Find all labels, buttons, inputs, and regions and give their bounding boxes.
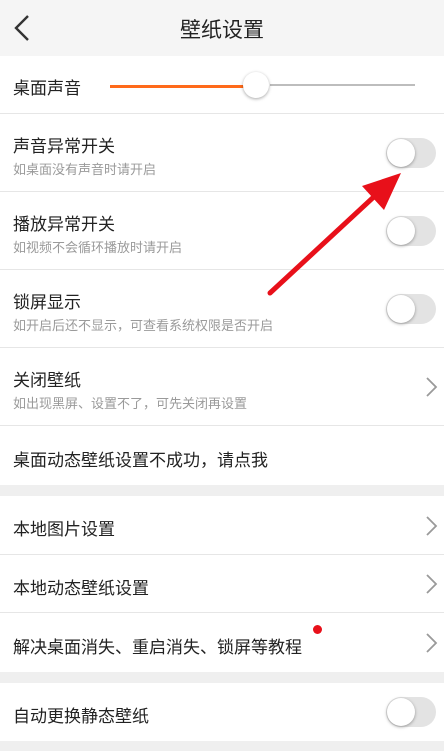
auto-section: 自动更换静态壁纸: [0, 683, 444, 741]
auto-change-label: 自动更换静态壁纸: [13, 707, 149, 727]
lock-screen-label: 锁屏显示: [13, 293, 81, 313]
toggle-knob: [387, 295, 415, 323]
playback-anomaly-label: 播放异常开关: [13, 215, 115, 235]
playback-anomaly-row[interactable]: 播放异常开关 如视频不会循环播放时请开启: [0, 192, 444, 270]
page-title: 壁纸设置: [180, 18, 264, 42]
local-section: 本地图片设置 本地动态壁纸设置 解决桌面消失、重启消失、锁屏等教程: [0, 496, 444, 672]
wallpaper-help-row[interactable]: 桌面动态壁纸设置不成功，请点我: [0, 426, 444, 485]
local-live-wallpaper-row[interactable]: 本地动态壁纸设置: [0, 555, 444, 613]
sound-anomaly-row[interactable]: 声音异常开关 如桌面没有声音时请开启: [0, 114, 444, 192]
title-bar: 壁纸设置: [0, 0, 444, 56]
local-image-row[interactable]: 本地图片设置: [0, 496, 444, 555]
close-wallpaper-label: 关闭壁纸: [13, 371, 81, 391]
close-wallpaper-row[interactable]: 关闭壁纸 如出现黑屏、设置不了，可先关闭再设置: [0, 348, 444, 426]
toggle-knob: [387, 139, 415, 167]
close-wallpaper-description: 如出现黑屏、设置不了，可先关闭再设置: [13, 397, 248, 412]
sound-anomaly-label: 声音异常开关: [13, 137, 115, 157]
local-live-wallpaper-label: 本地动态壁纸设置: [13, 579, 149, 599]
sound-anomaly-description: 如桌面没有声音时请开启: [13, 163, 157, 178]
volume-slider-fill: [110, 85, 257, 88]
local-image-label: 本地图片设置: [13, 520, 115, 540]
chevron-right-icon: [426, 633, 438, 653]
playback-anomaly-description: 如视频不会循环播放时请开启: [13, 241, 183, 256]
tutorial-row[interactable]: 解决桌面消失、重启消失、锁屏等教程: [0, 613, 444, 672]
new-badge-dot: [313, 625, 322, 634]
chevron-right-icon: [426, 574, 438, 594]
sound-anomaly-toggle[interactable]: [386, 138, 436, 168]
toggle-knob: [387, 698, 415, 726]
desktop-volume-label: 桌面声音: [13, 79, 81, 99]
settings-section: 桌面声音 声音异常开关 如桌面没有声音时请开启 播放异常开关 如视频不会循环播放…: [0, 56, 444, 485]
lock-screen-row[interactable]: 锁屏显示 如开启后还不显示，可查看系统权限是否开启: [0, 270, 444, 348]
auto-change-toggle[interactable]: [386, 697, 436, 727]
playback-anomaly-toggle[interactable]: [386, 216, 436, 246]
volume-slider-track[interactable]: [270, 84, 415, 86]
lock-screen-toggle[interactable]: [386, 294, 436, 324]
toggle-knob: [387, 217, 415, 245]
auto-change-row[interactable]: 自动更换静态壁纸: [0, 683, 444, 741]
tutorial-label: 解决桌面消失、重启消失、锁屏等教程: [13, 638, 302, 658]
lock-screen-description: 如开启后还不显示，可查看系统权限是否开启: [13, 319, 274, 334]
chevron-right-icon: [426, 516, 438, 536]
wallpaper-help-label: 桌面动态壁纸设置不成功，请点我: [13, 451, 268, 471]
chevron-right-icon: [426, 377, 438, 397]
